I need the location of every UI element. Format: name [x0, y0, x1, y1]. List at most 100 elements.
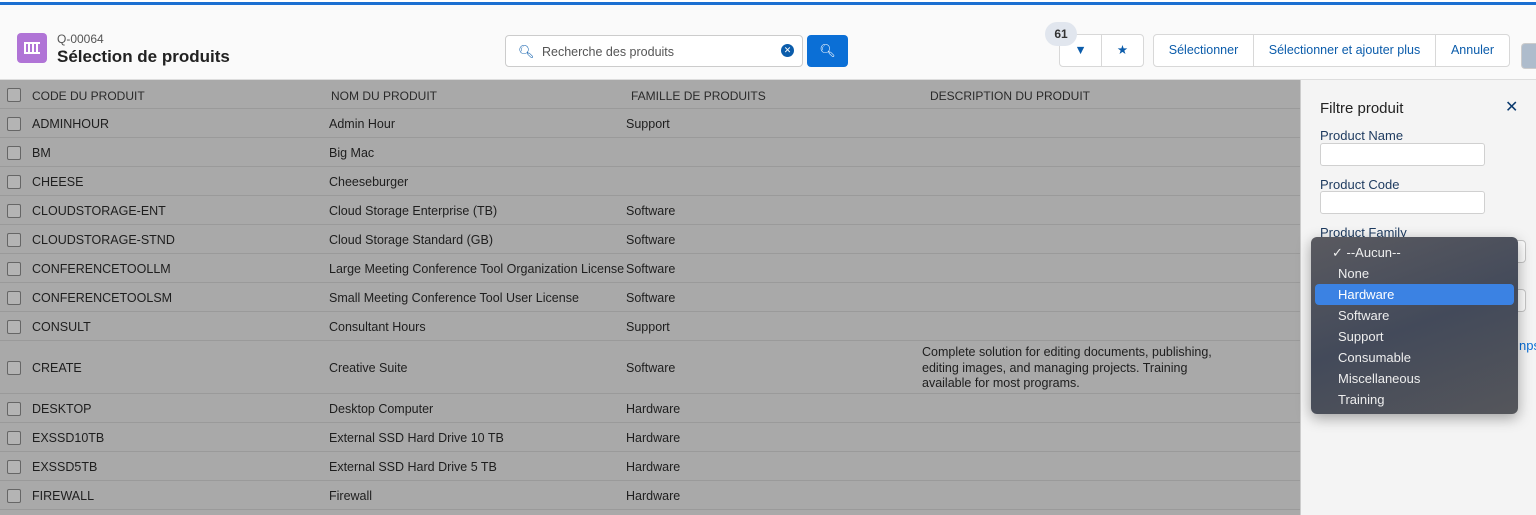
- star-icon: ★: [1116, 43, 1129, 57]
- product-code-label: Product Code: [1320, 177, 1400, 192]
- clear-search-icon[interactable]: ✕: [781, 44, 794, 57]
- cancel-button[interactable]: Annuler: [1436, 35, 1509, 66]
- product-family: Hardware: [626, 430, 681, 445]
- table-row[interactable]: CONFERENCETOOLLM Large Meeting Conferenc…: [0, 254, 1300, 283]
- result-count-badge: 61: [1045, 22, 1077, 46]
- product-table: CODE DU PRODUIT NOM DU PRODUIT FAMILLE D…: [0, 80, 1300, 515]
- product-code: CLOUDSTORAGE-ENT: [32, 203, 166, 218]
- product-code: EXSSD10TB: [32, 430, 105, 445]
- dropdown-option[interactable]: Miscellaneous: [1315, 368, 1514, 389]
- product-name: Creative Suite: [329, 360, 408, 375]
- column-header-code[interactable]: CODE DU PRODUIT: [32, 89, 145, 103]
- row-checkbox[interactable]: [7, 360, 21, 375]
- record-id: Q-00064: [57, 32, 104, 46]
- collapse-panel-button[interactable]: [1521, 43, 1536, 69]
- table-row[interactable]: CONFERENCETOOLSM Small Meeting Conferenc…: [0, 283, 1300, 312]
- table-row[interactable]: CLOUDSTORAGE-ENT Cloud Storage Enterpris…: [0, 196, 1300, 225]
- product-name-label: Product Name: [1320, 128, 1404, 143]
- fields-link[interactable]: nps: [1519, 338, 1536, 353]
- product-code: ADMINHOUR: [32, 116, 110, 131]
- search-icon: 🔍︎: [518, 44, 535, 59]
- select-and-add-more-button[interactable]: Sélectionner et ajouter plus: [1254, 35, 1436, 66]
- product-name: Admin Hour: [329, 116, 395, 131]
- product-family-dropdown: ✓ --Aucun-- None Hardware Software Support Co…: [1311, 237, 1518, 414]
- product-name: Large Meeting Conference Tool Organizati…: [329, 261, 625, 276]
- product-family: Hardware: [626, 401, 681, 416]
- product-family: Software: [626, 232, 676, 247]
- search-placeholder: Recherche des produits: [542, 45, 675, 59]
- product-description: Complete solution for editing documents,…: [922, 345, 1212, 390]
- table-header-row: CODE DU PRODUIT NOM DU PRODUIT FAMILLE D…: [0, 80, 1300, 109]
- product-selection-app-icon: [17, 33, 47, 63]
- table-row[interactable]: CHEESE Cheeseburger: [0, 167, 1300, 196]
- dropdown-option[interactable]: Hardware: [1315, 284, 1514, 305]
- product-code: DESKTOP: [32, 401, 92, 416]
- row-checkbox[interactable]: [7, 116, 21, 131]
- product-code: CONSULT: [32, 319, 91, 334]
- row-checkbox[interactable]: [7, 488, 21, 503]
- table-row[interactable]: CREATE Creative Suite Software Complete …: [0, 341, 1300, 394]
- dropdown-option[interactable]: Support: [1315, 326, 1514, 347]
- table-row[interactable]: CLOUDSTORAGE-STND Cloud Storage Standard…: [0, 225, 1300, 254]
- dropdown-option[interactable]: Software: [1315, 305, 1514, 326]
- product-name: Consultant Hours: [329, 319, 426, 334]
- row-checkbox[interactable]: [7, 319, 21, 334]
- action-button-group: Sélectionner Sélectionner et ajouter plu…: [1153, 34, 1510, 67]
- table-row[interactable]: EXSSD5TB External SSD Hard Drive 5 TB Ha…: [0, 452, 1300, 481]
- table-row[interactable]: CONSULT Consultant Hours Support: [0, 312, 1300, 341]
- search-icon: 🔍︎: [819, 43, 836, 58]
- select-button[interactable]: Sélectionner: [1154, 35, 1254, 66]
- column-header-description[interactable]: DESCRIPTION DU PRODUIT: [930, 89, 1090, 103]
- product-family: Support: [626, 319, 670, 334]
- select-all-checkbox[interactable]: [7, 88, 21, 102]
- table-row[interactable]: BM Big Mac: [0, 138, 1300, 167]
- product-code: EXSSD5TB: [32, 459, 98, 474]
- row-checkbox[interactable]: [7, 459, 21, 474]
- close-icon[interactable]: ✕: [1505, 97, 1518, 117]
- row-checkbox[interactable]: [7, 174, 21, 189]
- product-name: Big Mac: [329, 145, 375, 160]
- dropdown-option[interactable]: ✓ --Aucun--: [1315, 242, 1514, 263]
- product-name: Cloud Storage Standard (GB): [329, 232, 493, 247]
- row-checkbox[interactable]: [7, 430, 21, 445]
- dropdown-option[interactable]: Consumable: [1315, 347, 1514, 368]
- product-name: Desktop Computer: [329, 401, 434, 416]
- search-button[interactable]: 🔍︎: [807, 35, 848, 67]
- table-row[interactable]: EXSSD10TB External SSD Hard Drive 10 TB …: [0, 423, 1300, 452]
- product-family: Support: [626, 116, 670, 131]
- product-code: CHEESE: [32, 174, 84, 189]
- product-family: Hardware: [626, 459, 681, 474]
- search-input[interactable]: 🔍︎ Recherche des produits ✕: [505, 35, 803, 67]
- dropdown-option[interactable]: None: [1315, 263, 1514, 284]
- row-checkbox[interactable]: [7, 232, 21, 247]
- product-family: Software: [626, 360, 676, 375]
- product-name: Small Meeting Conference Tool User Licen…: [329, 290, 579, 305]
- row-checkbox[interactable]: [7, 261, 21, 276]
- row-checkbox[interactable]: [7, 203, 21, 218]
- page-header: Q-00064 Sélection de produits 🔍︎ Recherc…: [0, 5, 1536, 80]
- row-checkbox[interactable]: [7, 401, 21, 416]
- column-header-family[interactable]: FAMILLE DE PRODUITS: [631, 89, 766, 103]
- product-code: BM: [32, 145, 51, 160]
- product-name: External SSD Hard Drive 5 TB: [329, 459, 497, 474]
- dropdown-option[interactable]: Training: [1315, 389, 1514, 410]
- column-header-name[interactable]: NOM DU PRODUIT: [331, 89, 437, 103]
- table-row[interactable]: DESKTOP Desktop Computer Hardware: [0, 394, 1300, 423]
- product-code: CLOUDSTORAGE-STND: [32, 232, 175, 247]
- product-name: Cloud Storage Enterprise (TB): [329, 203, 498, 218]
- product-name-input[interactable]: [1320, 143, 1485, 166]
- page-title: Sélection de produits: [57, 47, 230, 66]
- product-name: Firewall: [329, 488, 373, 503]
- product-family: Software: [626, 261, 676, 276]
- product-code-input[interactable]: [1320, 191, 1485, 214]
- favorite-button[interactable]: ★: [1102, 35, 1143, 66]
- product-family: Hardware: [626, 488, 681, 503]
- table-row[interactable]: FIREWALL Firewall Hardware: [0, 481, 1300, 510]
- row-checkbox[interactable]: [7, 145, 21, 160]
- product-name: External SSD Hard Drive 10 TB: [329, 430, 504, 445]
- row-checkbox[interactable]: [7, 290, 21, 305]
- product-code: CONFERENCETOOLSM: [32, 290, 173, 305]
- filter-panel-title: Filtre produit: [1320, 100, 1404, 117]
- product-code: CREATE: [32, 360, 82, 375]
- table-row[interactable]: ADMINHOUR Admin Hour Support: [0, 109, 1300, 138]
